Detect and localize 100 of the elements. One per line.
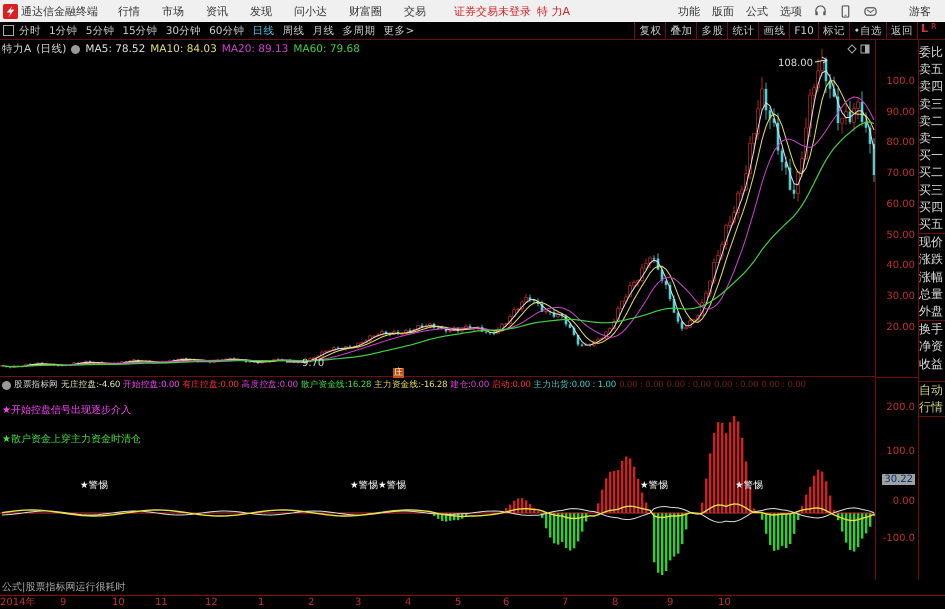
quote-field[interactable]: 卖三 — [919, 96, 945, 113]
menu-item[interactable]: 市场 — [162, 4, 184, 18]
quote-field[interactable]: 净资 — [919, 338, 945, 356]
leader-line — [814, 56, 828, 64]
period-tab[interactable]: 5分钟 — [86, 24, 114, 38]
period-tab[interactable]: 15分钟 — [122, 24, 158, 38]
date-tick: 10 — [112, 596, 125, 609]
quote-field[interactable]: 卖五 — [919, 61, 945, 78]
menu-item[interactable]: 公式 — [746, 4, 768, 18]
menu-item[interactable]: 选项 — [780, 4, 802, 18]
period-tab[interactable]: 1分钟 — [49, 24, 78, 38]
indicator-value: 0.00 : 0.00 — [761, 380, 806, 390]
menu-item[interactable]: 交易 — [404, 4, 426, 18]
window-icon[interactable] — [860, 44, 870, 54]
menu-item[interactable]: 财富圈 — [349, 4, 382, 18]
quote-field[interactable]: 委比 — [919, 44, 945, 62]
user-label[interactable]: 游客 — [909, 4, 931, 18]
menu-item[interactable]: 资讯 — [206, 4, 228, 18]
low-price-label: 9.70 — [302, 358, 324, 369]
date-tick: 12 — [205, 596, 218, 609]
period-tab[interactable]: 30分钟 — [166, 24, 202, 38]
date-tick: 2014年 — [0, 596, 36, 609]
high-price-label: 108.00 — [778, 58, 813, 69]
phone-icon[interactable] — [839, 4, 852, 18]
marker-label: 庄 — [393, 368, 404, 378]
date-tick: 1 — [258, 596, 264, 609]
period-tab[interactable]: 周线 — [282, 24, 304, 38]
indicator-value: 主力出货:0.00 : 1.00 — [534, 379, 616, 392]
quote-field[interactable]: 收益 — [919, 356, 945, 373]
warning-label: ★警惕 — [350, 479, 379, 492]
corner-label[interactable]: R — [931, 22, 937, 31]
quote-field[interactable]: 涨幅 — [919, 268, 945, 286]
price-tick: 100.0 — [886, 76, 915, 87]
period-tab[interactable]: 60分钟 — [209, 24, 244, 38]
price-tick: 40.00 — [886, 260, 915, 272]
warning-label: ★警惕 — [378, 479, 407, 492]
indicator-value: 散户资金线:16.28 — [300, 379, 372, 392]
quote-field[interactable]: 买三 — [919, 182, 945, 199]
quote-field[interactable]: 卖二 — [919, 112, 945, 130]
price-tick: 50.00 — [886, 230, 915, 240]
period-tab[interactable]: 月线 — [312, 24, 334, 38]
menu-item[interactable]: 版面 — [712, 4, 734, 18]
stock-name: 特 力A — [537, 4, 570, 18]
indicator-value: 有庄控盘:0.00 — [182, 379, 239, 392]
quote-field[interactable]: 买二 — [919, 164, 945, 182]
quote-field[interactable]: 现价 — [919, 233, 945, 252]
quote-field[interactable]: 总量 — [919, 286, 945, 304]
menu-item[interactable]: 行情 — [118, 4, 140, 18]
headset-icon[interactable] — [814, 4, 827, 18]
indicator-value: 启动:0.00 — [492, 379, 531, 392]
diamond-icon[interactable] — [847, 44, 857, 54]
ma-value: MA10: 84.03 — [150, 43, 217, 55]
indicator-tick: 200.0 — [886, 402, 915, 413]
date-tick: 4 — [405, 596, 412, 609]
indicator-name: 股票指标网 — [14, 379, 58, 392]
formula-note: 公式|股票指标网运行很耗时 — [1, 580, 126, 595]
date-tick: 11 — [155, 596, 168, 609]
price-tick: 60.00 — [886, 198, 915, 210]
quote-field[interactable]: 涨跌 — [919, 251, 945, 269]
period-tab[interactable]: 多周期 — [342, 24, 376, 38]
app-title: 通达信金融终端 — [21, 4, 98, 18]
date-tick: 9 — [667, 596, 674, 609]
period-tab[interactable]: 更多> — [384, 24, 414, 38]
quote-field[interactable]: 买五 — [919, 216, 945, 234]
date-tick: 3 — [355, 596, 362, 609]
date-tick: 9 — [60, 596, 66, 609]
quote-field[interactable]: 卖一 — [919, 130, 945, 148]
date-tick: 6 — [503, 596, 510, 609]
panel-toggle-icon[interactable] — [3, 25, 14, 36]
indicator-value: 0.00 : 0.00 — [619, 380, 664, 390]
date-tick: 10 — [718, 596, 731, 609]
price-tick: 70.00 — [886, 168, 915, 180]
indicator-value: 高度控盘:0.00 — [242, 379, 298, 392]
warning-label: ★警惕 — [640, 479, 669, 492]
menu-item[interactable]: 发现 — [250, 4, 272, 18]
indicator-tick: -100.0 — [882, 533, 915, 544]
stock-title: 特力A — [2, 42, 32, 56]
price-tick: 20.00 — [886, 322, 915, 333]
signal-note: ★散户资金上穿主力资金时清仓 — [2, 432, 141, 446]
quote-field[interactable]: 买四 — [919, 198, 945, 216]
quote-field[interactable]: 换手 — [919, 320, 945, 338]
indicator-value: 主力资金线:-16.28 — [374, 379, 448, 392]
period-tab[interactable]: 日线 — [252, 24, 274, 38]
auto-quote-button[interactable]: 自动行情 — [919, 380, 945, 417]
menu-item[interactable]: 功能 — [678, 4, 700, 18]
quote-field[interactable]: 买一 — [919, 147, 945, 164]
message-icon[interactable] — [864, 4, 877, 18]
quote-field[interactable]: 卖四 — [919, 78, 945, 96]
indicator-value: 无庄控盘:-4.60 — [61, 379, 120, 392]
date-tick: 2 — [308, 596, 314, 609]
indicator-value: 0.00 : 0.00 — [714, 380, 758, 390]
menu-item[interactable]: 问小达 — [294, 4, 327, 18]
current-value-tag: 30.22 — [882, 474, 915, 485]
period-tab[interactable]: 分时 — [19, 24, 41, 38]
date-tick: 7 — [562, 596, 568, 609]
period-label: (日线) — [36, 42, 66, 56]
indicator-tick: 0.00 — [892, 496, 915, 507]
quote-field[interactable]: 外盘 — [919, 303, 945, 320]
ma-value: MA20: 89.13 — [222, 43, 288, 55]
corner-label[interactable]: L — [921, 22, 928, 35]
